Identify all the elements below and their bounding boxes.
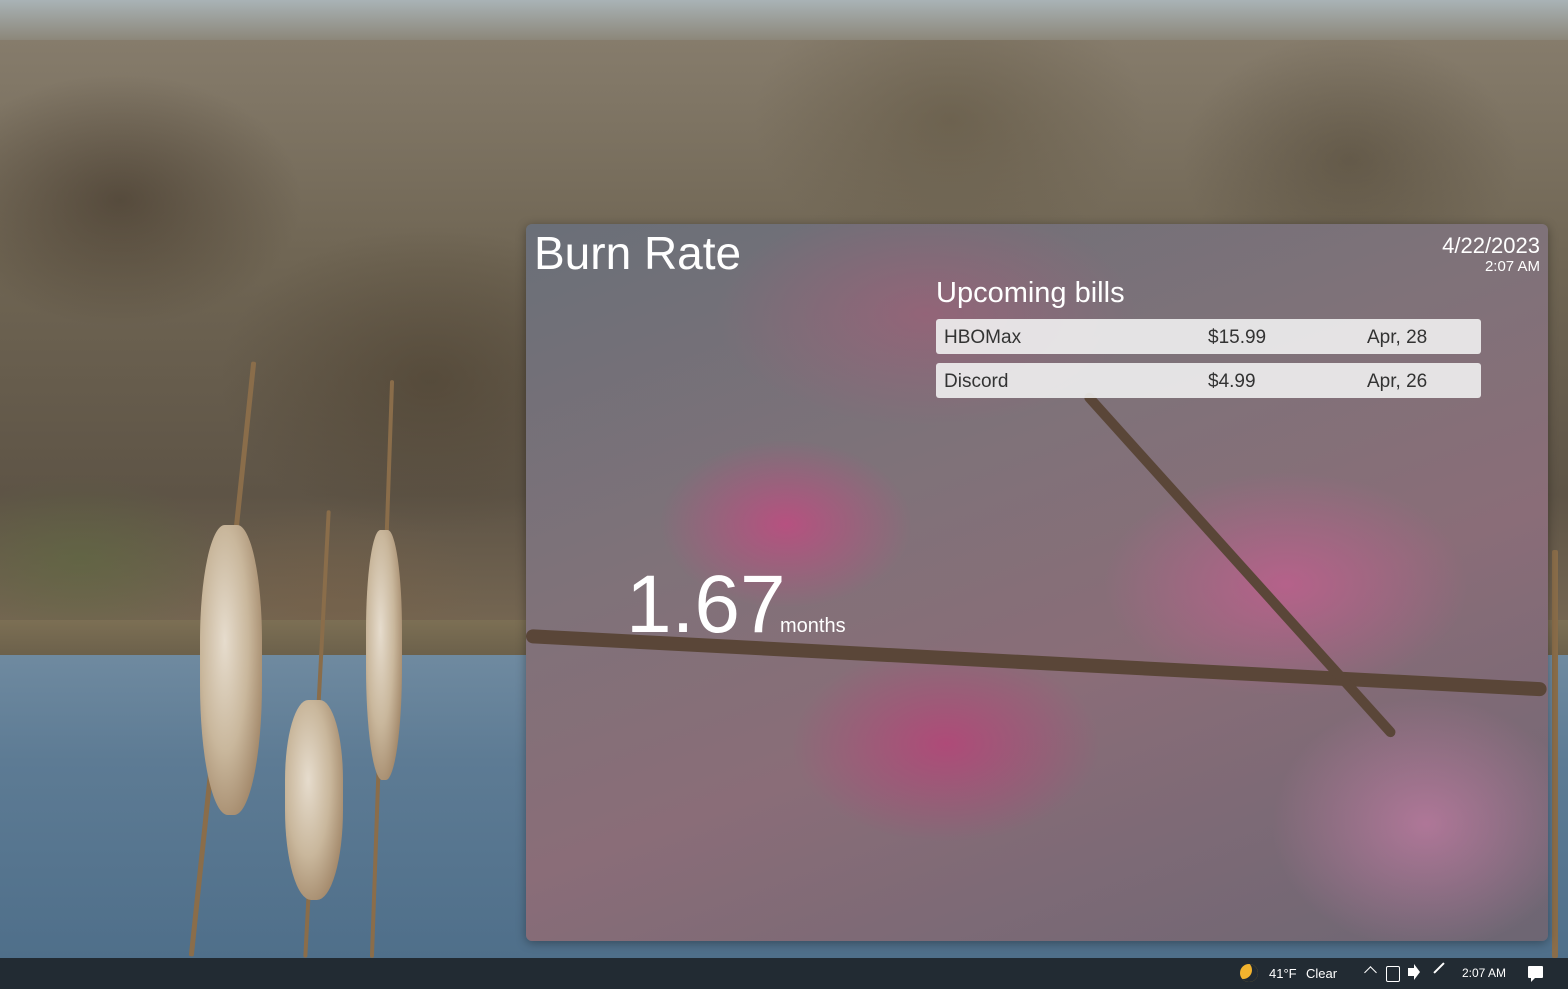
bill-row[interactable]: Discord $4.99 Apr, 26 [936, 363, 1481, 398]
taskbar-clock[interactable]: 2:07 AM [1462, 958, 1506, 989]
pen-icon[interactable] [1433, 962, 1445, 974]
bill-amount: $15.99 [1208, 327, 1267, 348]
upcoming-bills-heading: Upcoming bills [936, 277, 1125, 309]
wallpaper-cattail [366, 530, 402, 780]
burn-rate-widget: Burn Rate 4/22/2023 2:07 AM Upcoming bil… [526, 224, 1548, 941]
widget-title: Burn Rate [534, 227, 742, 279]
bill-due-date: Apr, 26 [1367, 371, 1428, 392]
chevron-up-icon[interactable] [1364, 966, 1377, 979]
wallpaper-cattail [285, 700, 343, 900]
bill-name: Discord [944, 371, 1009, 392]
widget-date: 4/22/2023 [1442, 233, 1540, 258]
system-tray: 41°F Clear 2:07 AM [1228, 958, 1568, 989]
taskbar: 41°F Clear 2:07 AM [0, 958, 1568, 989]
notification-icon[interactable] [1528, 966, 1543, 982]
volume-icon[interactable] [1408, 968, 1414, 976]
widget-time: 2:07 AM [1484, 258, 1540, 275]
meet-now-icon[interactable] [1386, 966, 1400, 982]
weather-condition[interactable]: Clear [1306, 958, 1337, 989]
wallpaper-reed [1552, 550, 1558, 958]
burn-rate-value: 1.67 [626, 559, 786, 650]
bill-due-date: Apr, 28 [1367, 327, 1428, 348]
bill-row[interactable]: HBOMax $15.99 Apr, 28 [936, 319, 1481, 354]
wallpaper-cattail [200, 525, 262, 815]
weather-temperature[interactable]: 41°F [1269, 958, 1297, 989]
bill-name: HBOMax [944, 327, 1022, 348]
upcoming-bills-list: HBOMax $15.99 Apr, 28 Discord $4.99 Apr,… [936, 319, 1481, 407]
burn-rate-unit: months [780, 615, 846, 637]
moon-icon[interactable] [1240, 964, 1258, 982]
wallpaper-sky [0, 0, 1568, 40]
bill-amount: $4.99 [1208, 371, 1256, 392]
